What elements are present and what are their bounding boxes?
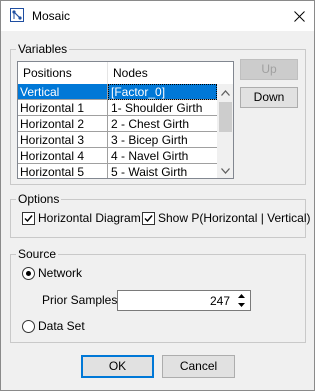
radio-selected-dot <box>26 271 31 276</box>
up-button[interactable]: Up <box>240 59 298 80</box>
table-row[interactable]: Horizontal 5 5 - Waist Girth <box>18 164 217 178</box>
scroll-up-button[interactable] <box>217 84 233 101</box>
checkmark-icon <box>144 215 153 223</box>
spin-up-button[interactable] <box>234 292 249 300</box>
prior-samples-spinner[interactable] <box>234 292 249 309</box>
position-cell: Horizontal 5 <box>18 164 108 178</box>
node-cell: 4 - Navel Girth <box>108 148 217 164</box>
chevron-down-icon <box>221 167 230 174</box>
scroll-thumb[interactable] <box>219 102 232 132</box>
spin-down-button[interactable] <box>234 301 249 309</box>
position-cell: Horizontal 2 <box>18 116 108 132</box>
horizontal-diagram-label[interactable]: Horizontal Diagram <box>38 211 141 225</box>
prior-samples-value[interactable]: 247 <box>210 294 230 308</box>
table-row[interactable]: Horizontal 4 4 - Navel Girth <box>18 148 217 164</box>
close-button[interactable] <box>284 1 314 31</box>
variables-legend: Variables <box>16 42 70 56</box>
show-p-label[interactable]: Show P(Horizontal | Vertical) <box>158 211 311 225</box>
network-label[interactable]: Network <box>38 266 82 280</box>
table-row[interactable]: Vertical [Factor_0] <box>18 84 217 100</box>
data-set-radio[interactable] <box>22 320 35 333</box>
data-set-label[interactable]: Data Set <box>38 319 85 333</box>
table-row[interactable]: Horizontal 3 3 - Bicep Girth <box>18 132 217 148</box>
table-row[interactable]: Horizontal 1 1- Shoulder Girth <box>18 100 217 116</box>
position-cell: Horizontal 3 <box>18 132 108 148</box>
position-cell: Horizontal 1 <box>18 100 108 116</box>
table-vertical-scrollbar[interactable] <box>217 84 233 178</box>
options-legend: Options <box>16 192 62 206</box>
title-bar: Mosaic <box>1 1 314 31</box>
window-title: Mosaic <box>32 9 71 23</box>
prior-samples-label: Prior Samples: <box>42 293 121 307</box>
node-cell: 3 - Bicep Girth <box>108 132 217 148</box>
show-p-checkbox[interactable] <box>142 212 155 225</box>
chevron-up-icon <box>221 89 230 96</box>
node-cell: 1- Shoulder Girth <box>108 100 217 116</box>
mosaic-dialog: Mosaic Variables Positions Nodes Vertica… <box>0 0 315 391</box>
source-legend: Source <box>16 247 59 261</box>
position-cell: Vertical <box>18 84 108 100</box>
mosaic-app-icon <box>10 8 24 22</box>
ok-button[interactable]: OK <box>81 355 154 378</box>
chevron-up-icon <box>238 294 245 298</box>
table-header: Positions Nodes <box>18 62 217 85</box>
table-row[interactable]: Horizontal 2 2 - Chest Girth <box>18 116 217 132</box>
node-cell: [Factor_0] <box>108 84 217 100</box>
node-cell: 5 - Waist Girth <box>108 164 217 178</box>
variables-table[interactable]: Positions Nodes Vertical [Factor_0] Hori… <box>17 61 234 179</box>
close-icon <box>293 10 305 22</box>
checkmark-icon <box>24 215 33 223</box>
horizontal-diagram-checkbox[interactable] <box>22 212 35 225</box>
scroll-down-button[interactable] <box>217 162 233 178</box>
column-header-nodes[interactable]: Nodes <box>108 62 217 84</box>
network-radio[interactable] <box>22 267 35 280</box>
node-cell: 2 - Chest Girth <box>108 116 217 132</box>
column-header-positions[interactable]: Positions <box>18 62 108 84</box>
prior-samples-input[interactable]: 247 <box>117 290 251 311</box>
chevron-down-icon <box>238 303 245 307</box>
cancel-button[interactable]: Cancel <box>162 355 235 378</box>
position-cell: Horizontal 4 <box>18 148 108 164</box>
down-button[interactable]: Down <box>240 87 298 108</box>
